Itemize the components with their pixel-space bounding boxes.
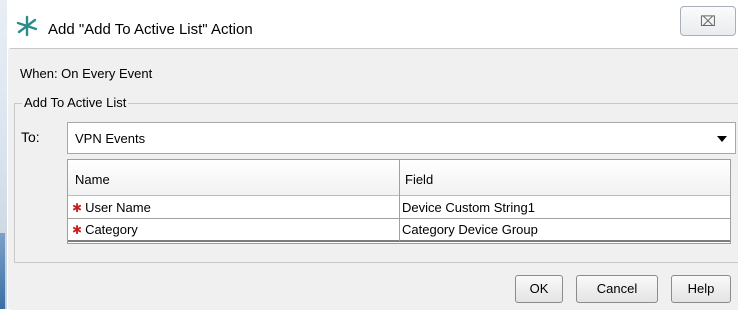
- chevron-down-icon[interactable]: [717, 136, 727, 142]
- close-button[interactable]: ⌧: [680, 6, 736, 36]
- column-header-field[interactable]: Field: [405, 172, 433, 187]
- name-cell-text: Category: [85, 222, 138, 237]
- dialog-body: When: On Every Event Add To Active List …: [10, 48, 738, 310]
- required-icon: ✱: [72, 201, 83, 215]
- required-icon: ✱: [72, 223, 83, 237]
- cancel-button[interactable]: Cancel: [576, 275, 658, 303]
- background-window-edge: [0, 0, 7, 309]
- dialog-title: Add "Add To Active List" Action: [48, 21, 253, 38]
- action-star-icon: [16, 15, 38, 37]
- close-icon: ⌧: [699, 13, 717, 29]
- field-mapping-table: Name Field ✱ User Name Device Custom Stri…: [67, 159, 731, 244]
- field-cell[interactable]: Category Device Group: [402, 222, 538, 237]
- name-cell-text: User Name: [85, 200, 151, 215]
- active-list-select-value: VPN Events: [75, 131, 146, 146]
- title-bar: Add "Add To Active List" Action ⌧: [8, 0, 738, 48]
- column-header-name[interactable]: Name: [75, 172, 110, 187]
- column-divider: [399, 160, 400, 241]
- add-action-dialog: Add "Add To Active List" Action ⌧ When: …: [8, 0, 738, 310]
- name-cell: ✱ User Name: [72, 200, 151, 215]
- help-button[interactable]: Help: [671, 275, 731, 303]
- group-title: Add To Active List: [22, 95, 129, 110]
- when-label: When: On Every Event: [20, 66, 153, 81]
- name-cell: ✱ Category: [72, 222, 138, 237]
- to-label: To:: [21, 129, 40, 145]
- background-window-accent: [0, 233, 5, 309]
- field-cell[interactable]: Device Custom String1: [402, 200, 535, 215]
- active-list-select[interactable]: VPN Events: [67, 122, 736, 154]
- ok-button[interactable]: OK: [515, 275, 563, 303]
